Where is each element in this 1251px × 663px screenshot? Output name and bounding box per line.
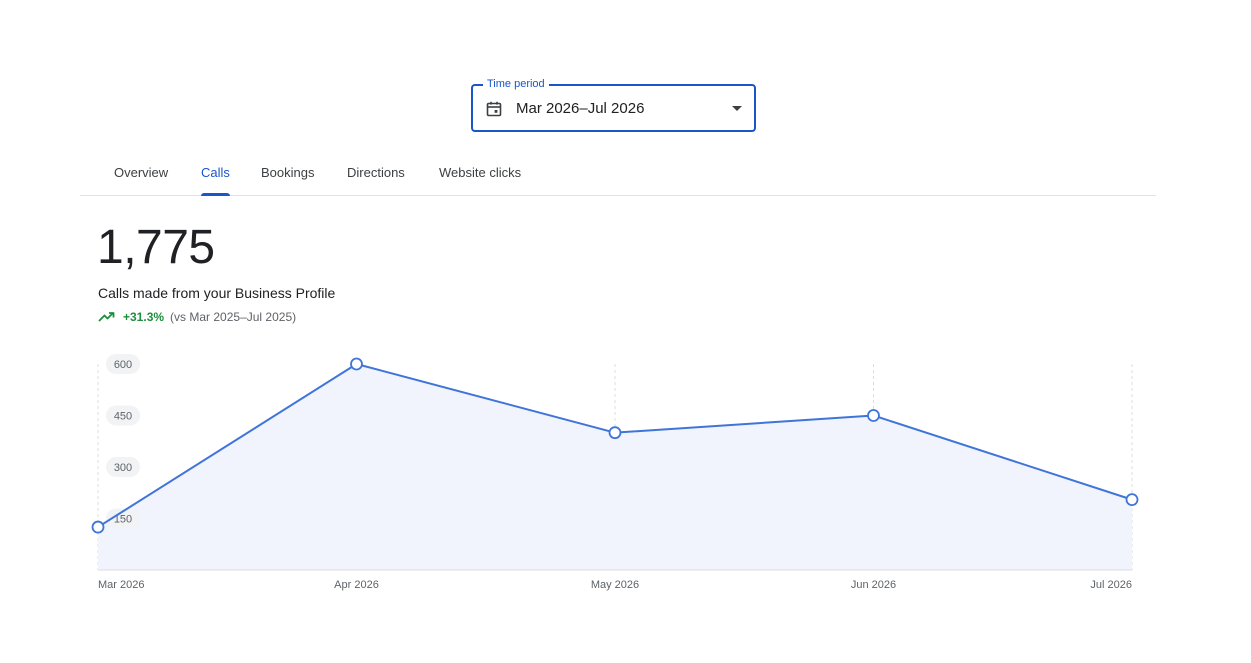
data-point [1125,493,1139,507]
calls-performance-page: Time period Mar 2026–Jul 2026 Overview C… [0,0,1251,663]
calls-chart: 150300450600Mar 2026 Apr 2026 May 2026 Jun … [91,354,1139,591]
y-tick-label: 450 [114,411,132,423]
x-tick-label: May 2026 [591,579,639,591]
data-point [608,426,622,440]
x-tick-label: Jul 2026 [1090,579,1132,591]
data-point [867,409,880,422]
y-tick-label: 600 [114,359,132,371]
data-point [350,357,363,371]
y-tick-label: 300 [114,462,132,474]
x-tick-label: Apr 2026 [334,579,379,591]
x-tick-label: Mar 2026 [98,579,144,591]
x-tick-label: Jun 2026 [851,579,896,591]
data-point [91,520,105,534]
